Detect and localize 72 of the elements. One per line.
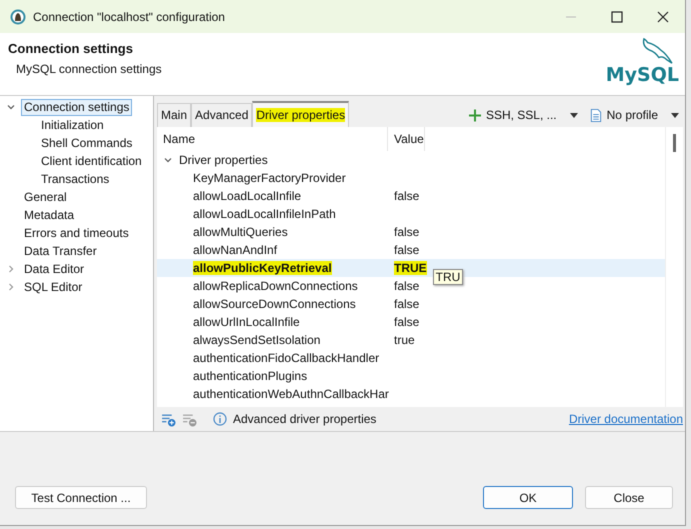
header-subtitle: MySQL connection settings xyxy=(16,62,162,76)
property-name: authenticationFidoCallbackHandler xyxy=(193,351,380,365)
close-icon[interactable] xyxy=(657,10,669,22)
column-header[interactable]: Value xyxy=(388,127,425,151)
ok-button[interactable]: OK xyxy=(483,486,573,509)
property-name: authenticationWebAuthnCallbackHar xyxy=(193,387,389,401)
tree-item[interactable]: Data Transfer xyxy=(21,242,100,260)
property-name: allowSourceDownConnections xyxy=(193,297,356,311)
tab[interactable]: Driver properties xyxy=(252,101,350,127)
property-name: allowUrlInLocalInfile xyxy=(193,315,300,329)
test-connection-button[interactable]: Test Connection ... xyxy=(15,486,147,509)
property-name: alwaysSendSetIsolation xyxy=(193,333,320,347)
group-label: Driver properties xyxy=(179,153,268,167)
info-text: Advanced driver properties xyxy=(233,412,376,426)
header-title: Connection settings xyxy=(8,41,134,56)
dropdown-icon xyxy=(570,112,578,118)
tree-item[interactable]: Client identification xyxy=(38,152,145,170)
property-name: allowLoadLocalInfile xyxy=(193,189,302,203)
maximize-icon[interactable] xyxy=(611,10,623,22)
property-value[interactable]: false xyxy=(394,243,420,257)
property-name: authenticationPlugins xyxy=(193,369,308,383)
chevron-right-icon[interactable] xyxy=(6,264,16,274)
table-row[interactable]: KeyManagerFactoryProvider xyxy=(157,169,665,187)
dropdown-icon xyxy=(671,112,679,118)
table-row[interactable]: authenticationWebAuthnCallbackHar xyxy=(157,385,665,403)
table-row[interactable]: allowMultiQueries false xyxy=(157,223,665,241)
tree-item[interactable]: Initialization xyxy=(38,116,107,134)
property-name: allowNanAndInf xyxy=(193,243,278,257)
info-icon xyxy=(213,412,227,426)
tree-item[interactable]: General xyxy=(21,188,70,206)
profile-button[interactable]: No profile xyxy=(584,108,685,122)
property-name: allowPublicKeyRetrieval xyxy=(193,261,332,275)
table-row[interactable]: allowNanAndInf false xyxy=(157,241,665,259)
column-header[interactable]: Name xyxy=(157,127,388,151)
window-title: Connection "localhost" configuration xyxy=(33,10,225,24)
close-button[interactable]: Close xyxy=(585,486,673,509)
table-row[interactable]: authenticationPlugins xyxy=(157,367,665,385)
tree-item[interactable]: Shell Commands xyxy=(38,134,136,152)
property-name: allowMultiQueries xyxy=(193,225,288,239)
tree-item[interactable]: Data Editor xyxy=(21,260,88,278)
property-value[interactable]: false xyxy=(394,189,420,203)
property-value[interactable]: false xyxy=(394,225,420,239)
documentation-link[interactable]: Driver documentation xyxy=(568,412,683,426)
tree-item[interactable]: Errors and timeouts xyxy=(21,224,132,242)
table-row[interactable]: allowLoadLocalInfileInPath xyxy=(157,205,665,223)
property-name: KeyManagerFactoryProvider xyxy=(193,171,346,185)
tab[interactable]: Main xyxy=(157,103,192,127)
property-value[interactable]: false xyxy=(394,315,420,329)
tooltip: TRU xyxy=(432,269,464,285)
document-icon xyxy=(590,108,602,122)
remove-property-icon[interactable] xyxy=(182,412,197,426)
chevron-down-icon[interactable] xyxy=(6,102,16,112)
table-row[interactable]: allowUrlInLocalInfile false xyxy=(157,313,665,331)
tree-item[interactable]: Transactions xyxy=(38,170,112,188)
table-row[interactable]: allowSourceDownConnections false xyxy=(157,295,665,313)
property-value[interactable]: true xyxy=(394,333,415,347)
tree-item[interactable]: SQL Editor xyxy=(21,278,86,296)
table-row[interactable]: alwaysSendSetIsolation true xyxy=(157,331,665,349)
add-property-icon[interactable] xyxy=(161,412,176,426)
tree-item[interactable]: Connection settings xyxy=(21,98,132,116)
chevron-down-icon[interactable] xyxy=(163,155,173,165)
tree-item[interactable]: Metadata xyxy=(21,206,78,224)
chevron-right-icon[interactable] xyxy=(6,282,16,292)
table-row[interactable]: authenticationFidoCallbackHandler xyxy=(157,349,665,367)
property-value[interactable]: TRUE xyxy=(394,261,427,275)
network-button[interactable]: SSH, SSL, ... xyxy=(462,108,584,122)
plus-icon xyxy=(468,108,481,122)
logo-text: MySQL xyxy=(606,65,679,85)
tab[interactable]: Advanced xyxy=(191,103,252,127)
property-name: allowLoadLocalInfileInPath xyxy=(193,207,336,221)
property-value[interactable]: false xyxy=(394,297,420,311)
table-row[interactable]: allowLoadLocalInfile false xyxy=(157,187,665,205)
